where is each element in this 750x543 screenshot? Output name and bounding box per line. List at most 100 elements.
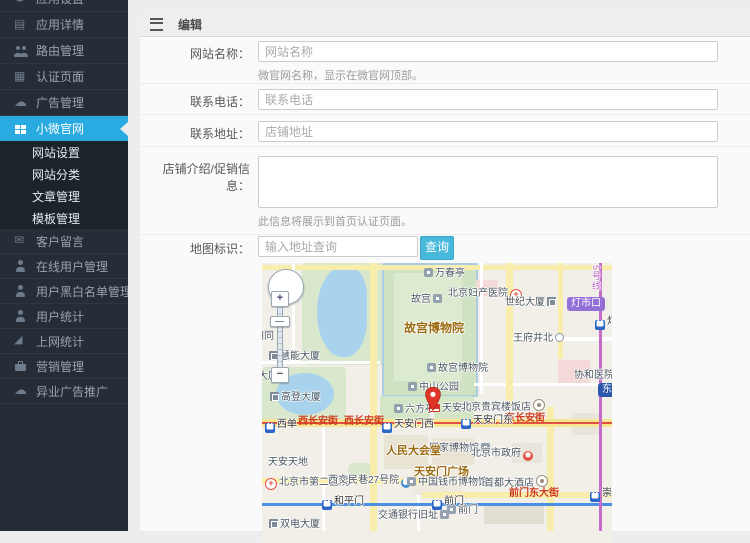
pan-right-icon[interactable] <box>292 283 300 291</box>
station-text: 西单 <box>277 419 297 430</box>
map-poi-label: 首都大酒店 <box>484 475 550 489</box>
sidebar-item-上网统计[interactable]: 上网统计 <box>0 329 128 354</box>
query-button[interactable]: 查询 <box>420 236 454 260</box>
sidebar-item-网站分类[interactable]: 网站分类 <box>0 163 128 185</box>
map-poi-label: 双电大厦 <box>267 519 320 530</box>
gear-icon <box>14 0 28 5</box>
pan-left-icon[interactable] <box>272 283 280 291</box>
map-road <box>322 421 325 531</box>
map-area <box>484 506 544 524</box>
user-icon <box>14 285 28 297</box>
map-road-label: 西长安街 <box>344 416 384 427</box>
field-area-map-search <box>258 236 418 257</box>
sidebar-item-label: 客户留言 <box>36 234 85 249</box>
field-area-contact-address <box>258 121 718 142</box>
sidebar-item-label: 网站设置 <box>32 145 81 160</box>
map-road <box>370 263 377 531</box>
map-poi-label: 王府井北 <box>513 333 566 344</box>
sidebar-item-用户黑白名单管理[interactable]: 用户黑白名单管理 <box>0 279 128 304</box>
cloud-icon <box>14 95 28 109</box>
poi-text: 王府井北 <box>513 333 553 344</box>
sidebar-item-label: 应用设置 <box>36 0 84 7</box>
map-poi-label: 万春亭 <box>422 268 465 279</box>
poi-text: 万春亭 <box>435 268 465 279</box>
content-panel: 编辑 网站名称： 微官网名称，显示在微官网顶部。联系电话： 联系地址： 店铺介绍/促销… <box>140 12 750 543</box>
poi-text: 交通银行旧址 <box>378 510 438 521</box>
site-name-input[interactable] <box>258 41 718 62</box>
hosp-poi-icon <box>265 478 277 490</box>
field-label-contact-address: 联系地址： <box>189 127 250 141</box>
panel-header: 编辑 <box>140 12 750 37</box>
sidebar-item-文章管理[interactable]: 文章管理 <box>0 185 128 207</box>
shop-intro-input[interactable] <box>258 156 718 208</box>
metro-station-label: 前门 <box>432 496 464 510</box>
pan-up-icon[interactable] <box>282 273 290 281</box>
form-row-shop-intro: 店铺介绍/促销信息： 此信息将展示到首页认证页面。 <box>140 146 750 234</box>
menu-icon[interactable] <box>150 17 163 31</box>
contact-address-input[interactable] <box>258 121 718 142</box>
sidebar-item-应用设置[interactable]: 应用设置 <box>0 0 128 12</box>
sidebar-item-用户统计[interactable]: 用户统计 <box>0 304 128 329</box>
map-poi-label: 胡同 <box>262 331 274 342</box>
sidebar-item-路由管理[interactable]: 路由管理 <box>0 38 128 64</box>
field-label-site-name: 网站名称： <box>189 47 250 61</box>
pav-poi-icon <box>427 363 436 372</box>
poi-text: 北京妇产医院 <box>448 288 508 299</box>
pav-poi-icon <box>408 382 417 391</box>
zoom-out-button[interactable]: − <box>271 367 289 383</box>
sidebar-item-label: 文章管理 <box>32 189 81 204</box>
sidebar-item-网站设置[interactable]: 网站设置 <box>0 141 128 163</box>
bld-poi-icon <box>270 392 279 401</box>
zoom-in-button[interactable]: + <box>271 291 289 307</box>
poi-text: 协和医院 <box>574 370 612 381</box>
map-marker-pin[interactable] <box>425 386 441 412</box>
sidebar-item-label: 异业广告推广 <box>36 384 109 399</box>
station-box-label: 灯市口 <box>567 297 605 311</box>
sidebar-item-应用详情[interactable]: 应用详情 <box>0 12 128 38</box>
field-hint-site-name: 微官网名称，显示在微官网顶部。 <box>258 70 423 82</box>
sidebar-item-label: 用户黑白名单管理 <box>36 284 128 299</box>
field-hint-shop-intro: 此信息将展示到首页认证页面。 <box>258 216 412 228</box>
map-poi-label: 世纪大厦 <box>505 297 558 308</box>
baidu-map[interactable]: 万春亭北京妇产医院故宫世纪大厦王府井北协和医院慧能大厦胡同大厦故宫博物院中山公园… <box>262 263 612 543</box>
form-row-site-name: 网站名称： 微官网名称，显示在微官网顶部。 <box>140 37 750 83</box>
map-poi-label: 北京贵宾楼饭店 <box>461 399 547 413</box>
sidebar-item-营销管理[interactable]: 营销管理 <box>0 354 128 379</box>
sidebar-item-label: 在线用户管理 <box>36 259 109 274</box>
metro-icon <box>382 423 392 433</box>
contact-phone-input[interactable] <box>258 89 718 110</box>
sidebar-item-广告管理[interactable]: 广告管理 <box>0 90 128 116</box>
sidebar-item-异业广告推广[interactable]: 异业广告推广 <box>0 379 128 404</box>
form-row-contact-phone: 联系电话： <box>140 83 750 114</box>
zoom-slider-handle[interactable] <box>270 316 290 327</box>
active-arrow-icon <box>120 121 128 136</box>
map-district-label: 天安门广场 <box>414 466 469 478</box>
metro-icon <box>590 492 600 502</box>
cloud-icon <box>14 383 28 397</box>
map-poi-label: 故宫 <box>411 294 444 305</box>
map-search-input[interactable] <box>258 236 418 257</box>
map-poi-label: 慧能大厦 <box>267 351 320 362</box>
field-label-contact-phone: 联系电话： <box>189 95 250 109</box>
sidebar-item-小微官网[interactable]: 小微官网 <box>0 116 128 141</box>
sidebar-item-label: 营销管理 <box>36 359 85 374</box>
station-text: 灯市口 <box>607 316 612 327</box>
metro-icon <box>265 423 275 433</box>
chart-icon <box>14 334 28 347</box>
map-poi-label: 协和医院 <box>574 370 612 383</box>
station-text: 和平门 <box>334 496 364 507</box>
sidebar-item-客户留言[interactable]: 客户留言 <box>0 229 128 254</box>
map-poi-label: 故宫博物院 <box>425 363 488 374</box>
sidebar-item-在线用户管理[interactable]: 在线用户管理 <box>0 254 128 279</box>
sidebar-item-认证页面[interactable]: 认证页面 <box>0 64 128 90</box>
sidebar-item-label: 模板管理 <box>32 211 81 226</box>
map-poi-label: 北京市政府 <box>471 448 535 461</box>
sidebar-item-label: 广告管理 <box>36 96 85 110</box>
users-icon <box>14 45 28 57</box>
page-title: 编辑 <box>178 17 203 32</box>
sidebar-item-模板管理[interactable]: 模板管理 <box>0 207 128 229</box>
metro-station-label: 崇文门 <box>590 488 612 502</box>
hotel-poi-icon <box>533 399 545 411</box>
map-road <box>474 383 612 386</box>
poi-text: 西交民巷27号院 <box>328 475 400 486</box>
